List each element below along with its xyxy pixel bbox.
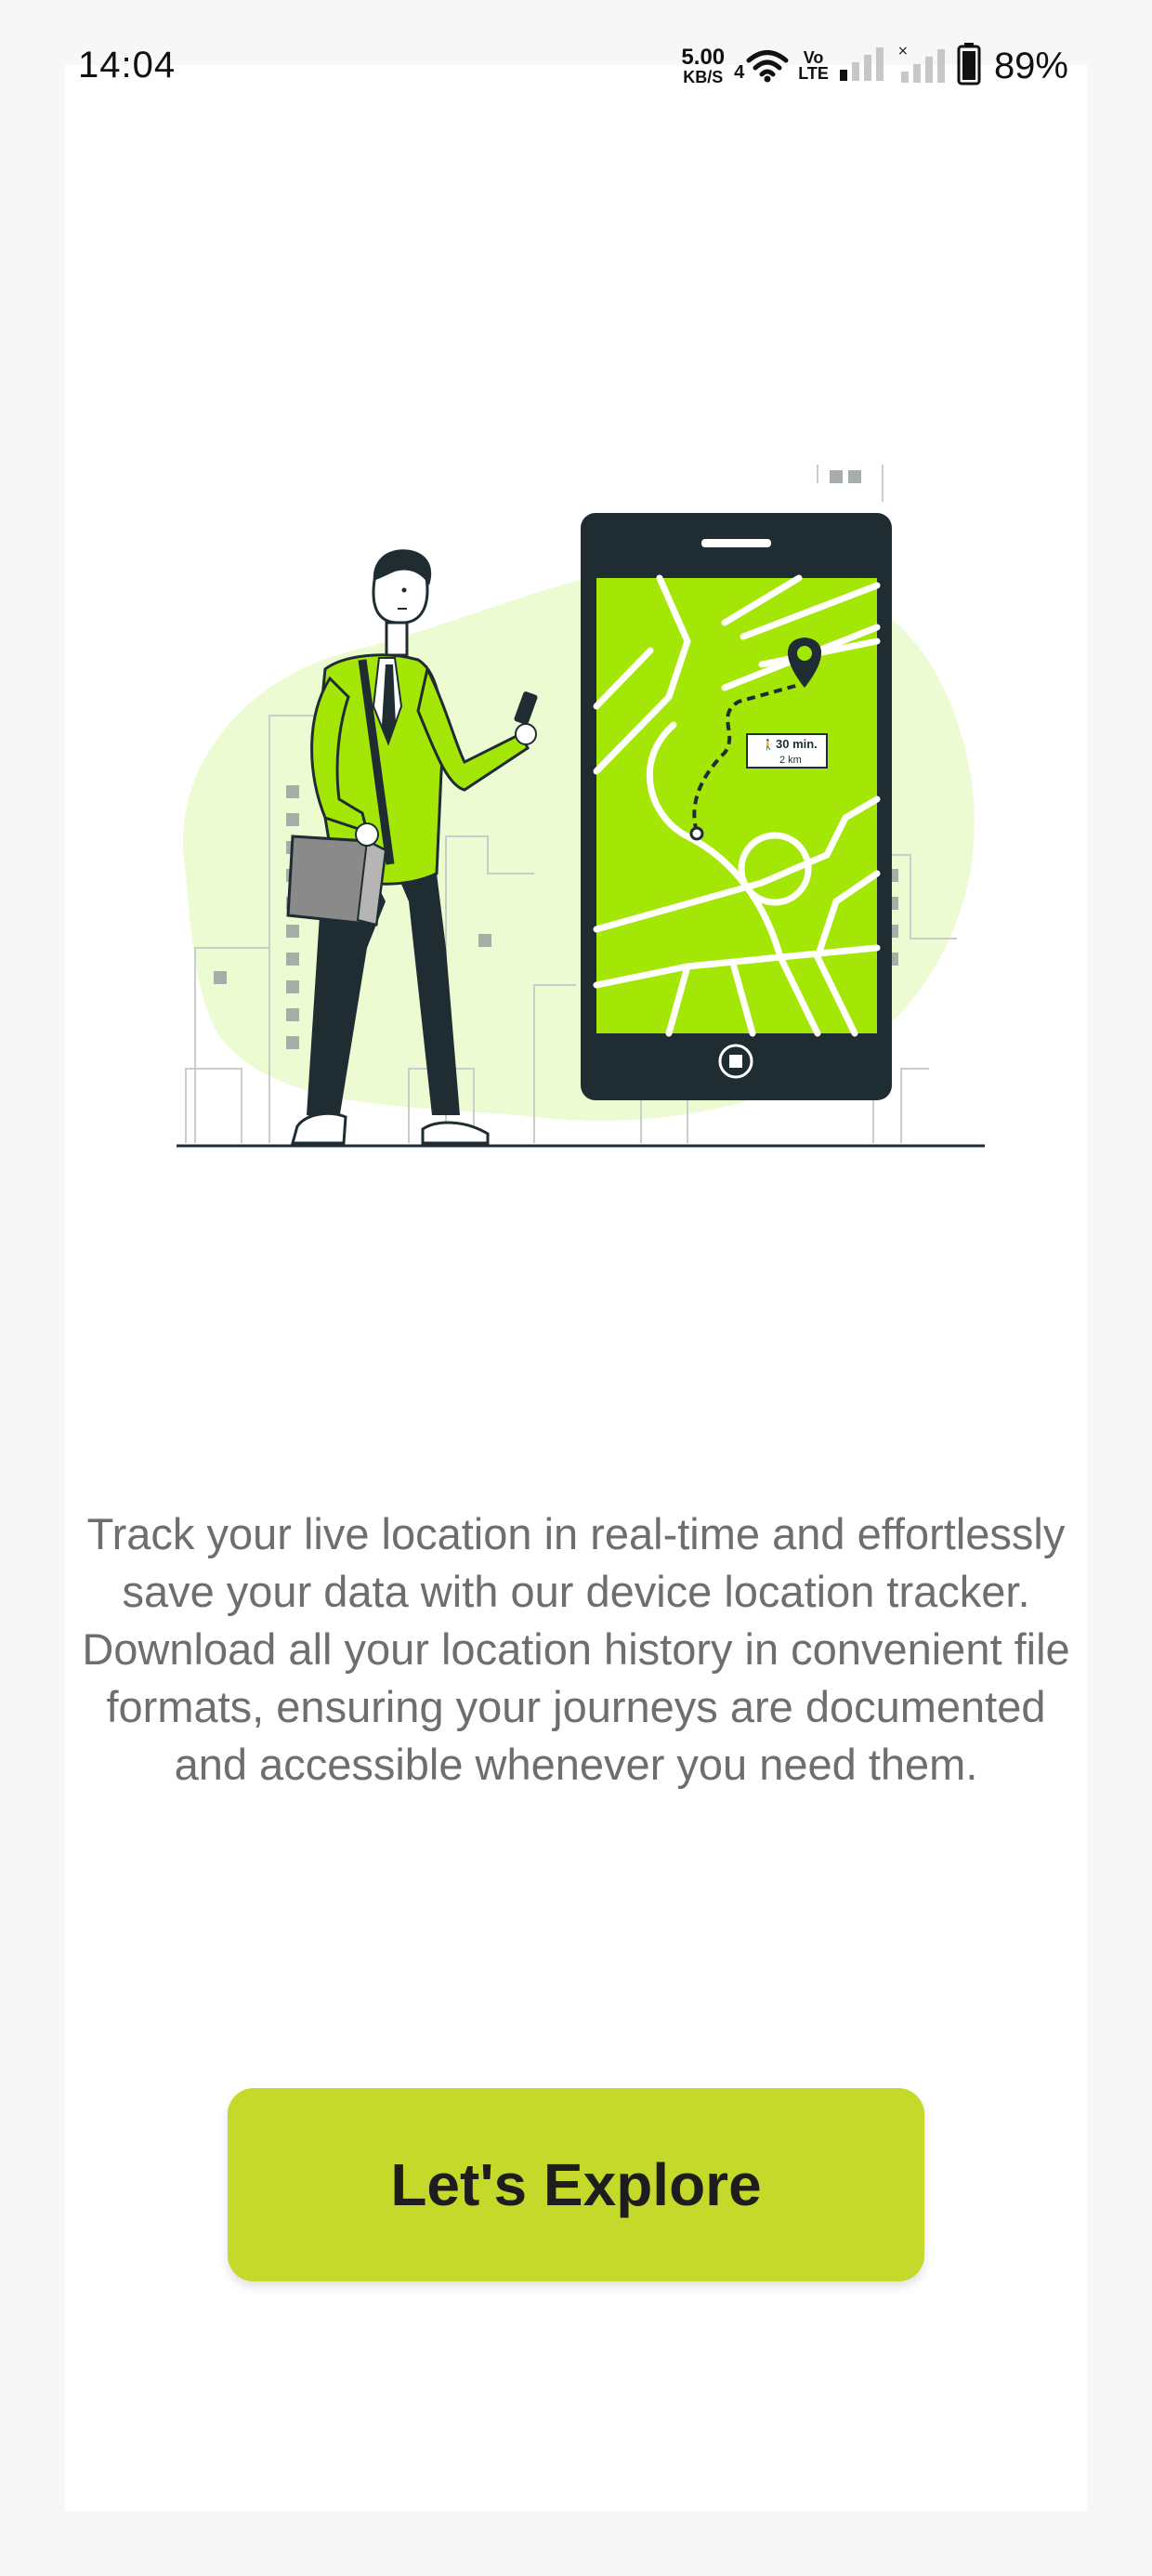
person-with-map-phone-illustration: 🚶 30 min. 2 km (167, 454, 994, 1162)
route-distance-label: 2 km (779, 755, 802, 766)
volte-indicator: Vo LTE (798, 49, 829, 83)
route-time-label: 30 min. (776, 737, 818, 751)
onboarding-screen: 14:04 5.00 KB/S 4 Vo LTE × 89% 🚶 30 min.… (0, 0, 1152, 2576)
wifi-icon: 4 (734, 48, 789, 84)
svg-text:×: × (897, 44, 909, 59)
signal-bars-icon (838, 46, 888, 87)
network-speed-value: 5.00 (681, 45, 726, 70)
battery-percent: 89% (993, 45, 1068, 86)
svg-text:🚶: 🚶 (762, 739, 775, 751)
network-speed-unit: KB/S (683, 68, 724, 86)
status-time: 14:04 (78, 45, 177, 85)
network-speed: 5.00 KB/S (681, 45, 726, 86)
volte-line2: LTE (798, 64, 829, 83)
no-signal-icon: × (897, 44, 948, 89)
network-type: 4 (734, 62, 745, 83)
status-bar: 14:04 5.00 KB/S 4 Vo LTE × 89% (0, 0, 1152, 139)
lets-explore-button[interactable]: Let's Explore (228, 2088, 924, 2281)
battery-icon (957, 42, 981, 90)
onboarding-description: Track your live location in real-time an… (82, 1509, 1070, 1789)
status-icons: 5.00 KB/S 4 Vo LTE × 89% (681, 41, 1068, 91)
